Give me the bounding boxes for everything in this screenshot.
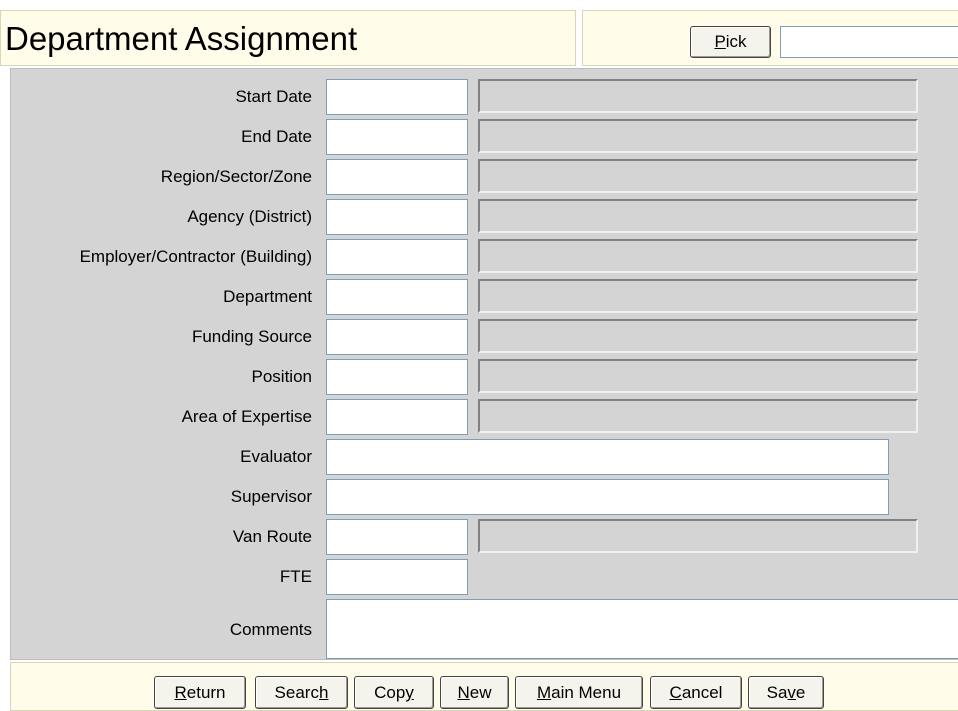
page-title: Department Assignment — [5, 20, 358, 57]
funding-source-label: Funding Source — [191, 327, 312, 346]
accesskey-letter: R — [174, 683, 187, 702]
accesskey-letter: h — [318, 683, 329, 702]
cancel-button[interactable]: Cancel — [650, 676, 742, 709]
van-route-label: Van Route — [232, 527, 312, 546]
accesskey-letter: v — [787, 683, 796, 702]
evaluator-input[interactable] — [326, 439, 889, 475]
position-label: Position — [251, 367, 312, 386]
comments-label: Comments — [229, 620, 312, 639]
expertise-input[interactable] — [326, 399, 468, 435]
accesskey-letter: P — [714, 32, 726, 51]
copy-button[interactable]: Copy — [354, 676, 434, 709]
supervisor-label: Supervisor — [230, 487, 312, 506]
accesskey-letter: y — [405, 683, 414, 702]
button-bar: Return Search Copy New Main Menu Cancel … — [10, 662, 958, 711]
employer-input[interactable] — [326, 239, 468, 275]
supervisor-input[interactable] — [326, 479, 889, 515]
region-input[interactable] — [326, 159, 468, 195]
end-date-input[interactable] — [326, 119, 468, 155]
search-button[interactable]: Search — [255, 676, 348, 709]
agency-input[interactable] — [326, 199, 468, 235]
region-label: Region/Sector/Zone — [160, 167, 312, 186]
position-description — [478, 359, 918, 393]
comments-textarea[interactable] — [326, 599, 958, 659]
funding-source-input[interactable] — [326, 319, 468, 355]
save-button[interactable]: Save — [748, 676, 824, 709]
title-bar: Department Assignment Pick — [0, 10, 958, 66]
accesskey-letter: M — [536, 683, 552, 702]
employer-label: Employer/Contractor (Building) — [79, 247, 312, 266]
region-description — [478, 159, 918, 193]
fte-label: FTE — [279, 567, 312, 586]
expertise-description — [478, 399, 918, 433]
evaluator-label: Evaluator — [240, 447, 312, 466]
agency-description — [478, 199, 918, 233]
form-area: Start Date End Date Region/Sector/Zone A… — [10, 68, 958, 660]
new-button[interactable]: New — [440, 676, 509, 709]
employer-description — [478, 239, 918, 273]
pick-input[interactable] — [780, 26, 958, 58]
start-date-description — [478, 79, 918, 113]
title-cell: Department Assignment — [0, 10, 576, 66]
pick-button[interactable]: Pick — [690, 26, 771, 58]
end-date-label: End Date — [241, 127, 312, 146]
van-route-input[interactable] — [326, 519, 468, 555]
van-route-description — [478, 519, 918, 553]
position-input[interactable] — [326, 359, 468, 395]
fte-input[interactable] — [326, 559, 468, 595]
return-button[interactable]: Return — [154, 676, 246, 709]
accesskey-letter: N — [457, 683, 470, 702]
department-label: Department — [223, 287, 312, 306]
department-input[interactable] — [326, 279, 468, 315]
main-menu-button[interactable]: Main Menu — [515, 676, 643, 709]
pick-cell: Pick — [582, 10, 958, 66]
start-date-input[interactable] — [326, 79, 468, 115]
department-description — [478, 279, 918, 313]
start-date-label: Start Date — [235, 87, 312, 106]
end-date-description — [478, 119, 918, 153]
agency-label: Agency (District) — [187, 207, 312, 226]
funding-source-description — [478, 319, 918, 353]
accesskey-letter: C — [669, 683, 682, 702]
expertise-label: Area of Expertise — [181, 407, 312, 426]
